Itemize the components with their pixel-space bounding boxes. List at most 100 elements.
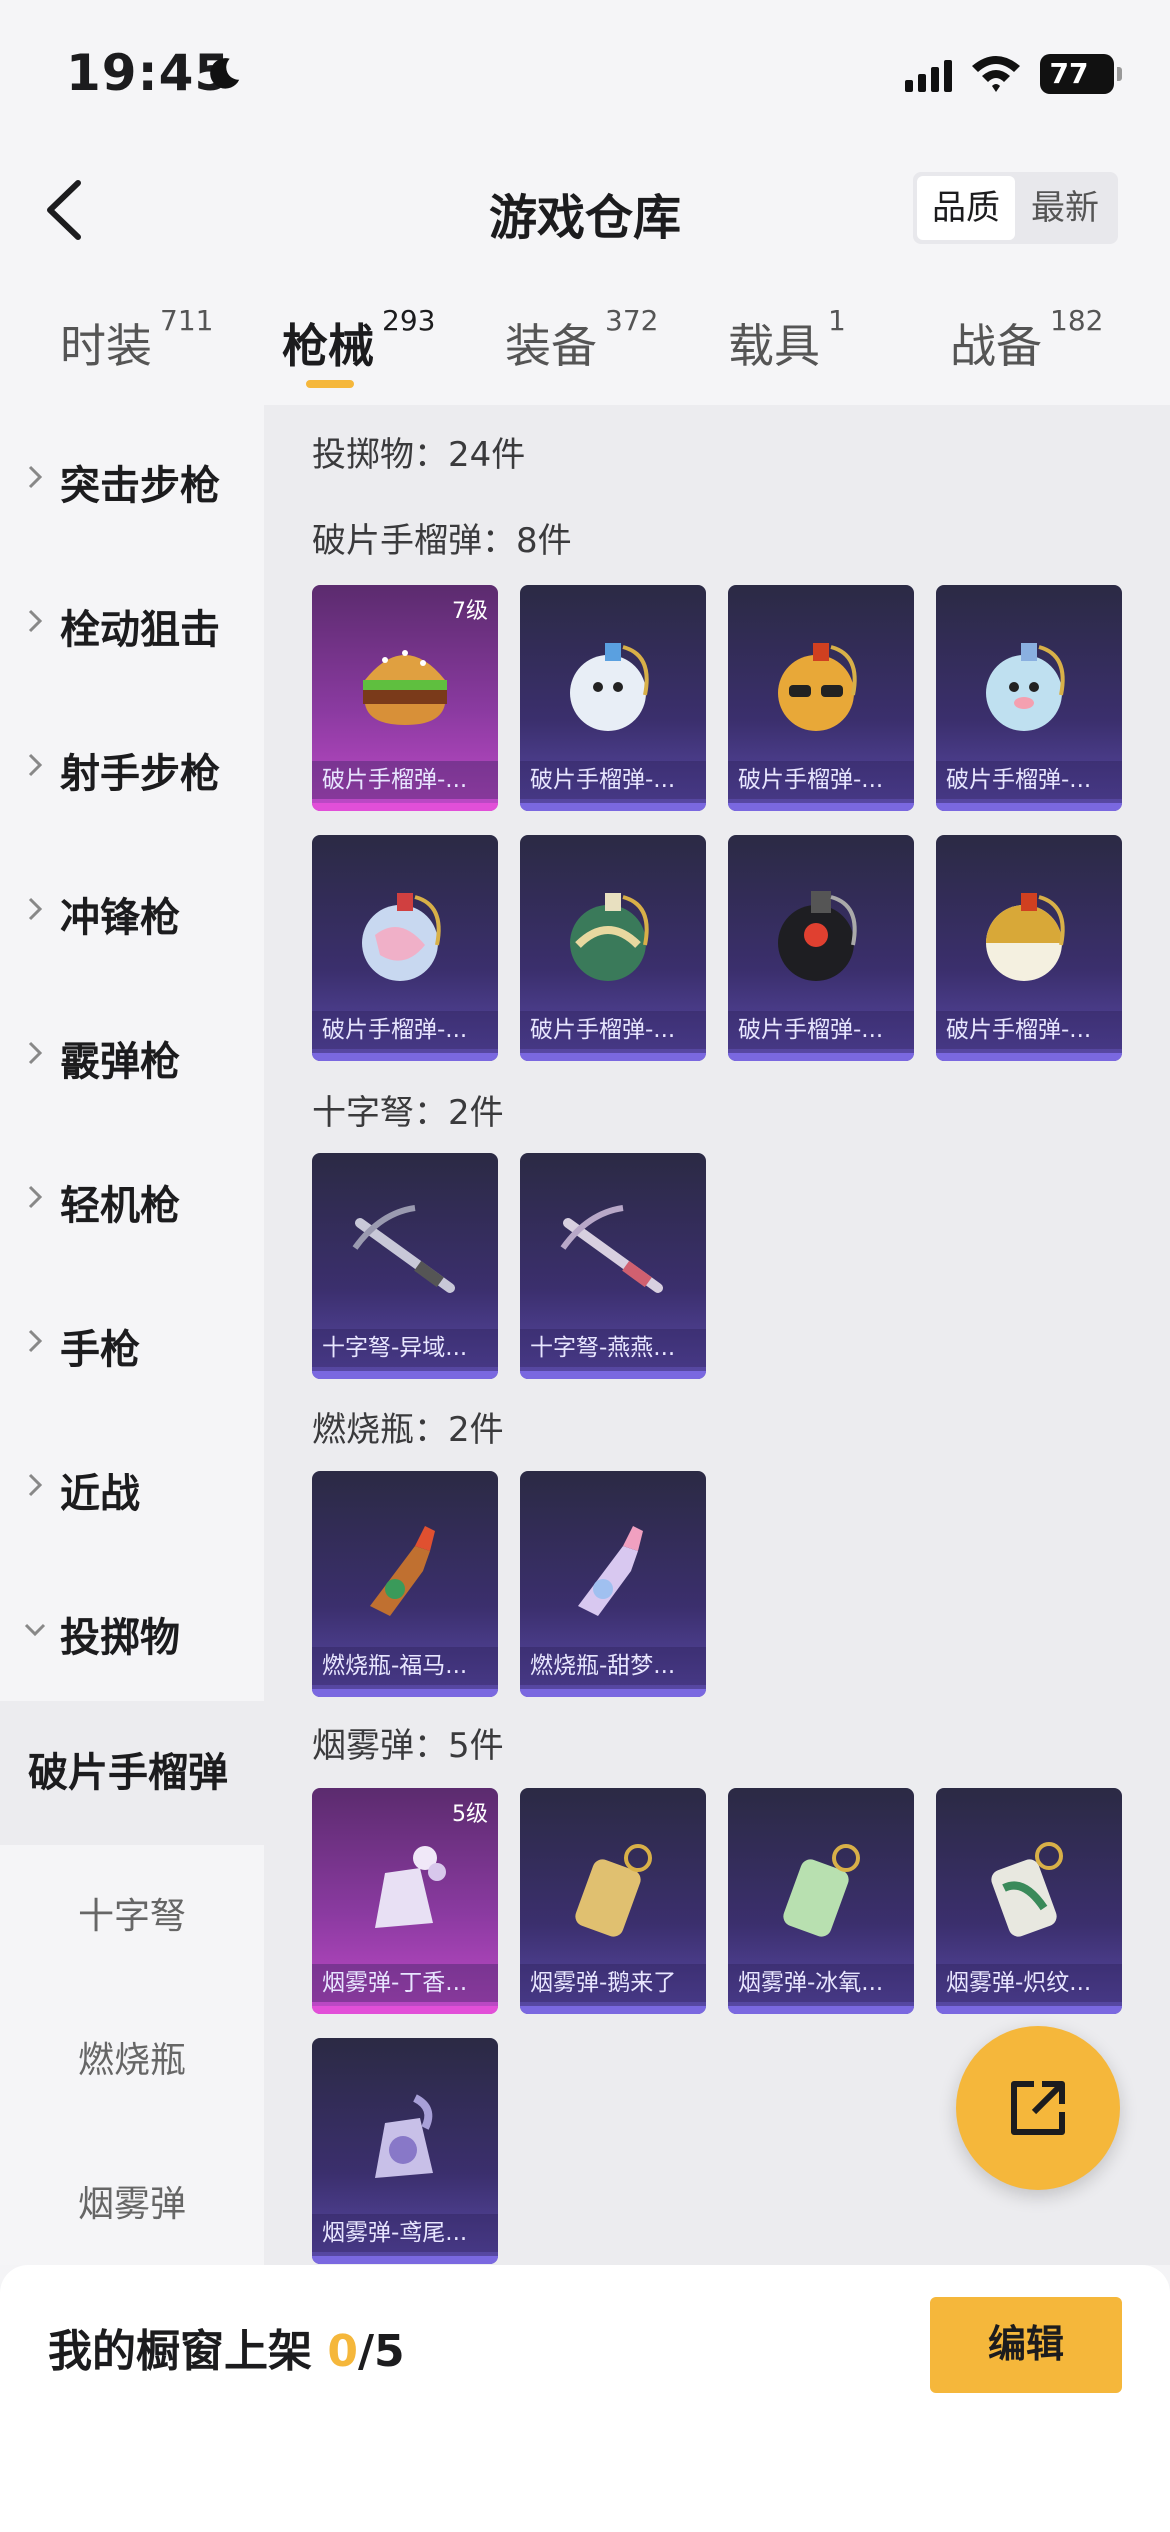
tab-label: 战备 xyxy=(950,319,1042,373)
item-card[interactable]: 破片手榴弹-... xyxy=(728,585,914,811)
chevron-right-icon xyxy=(28,465,43,489)
smoke-grenade-icon xyxy=(375,2094,433,2178)
status-bar: 19:45 77 xyxy=(0,0,1170,150)
sort-quality-button[interactable]: 品质 xyxy=(917,176,1015,240)
grenade-icon xyxy=(570,893,649,981)
molotov-icon xyxy=(370,1526,435,1616)
grenade-icon xyxy=(362,893,441,981)
item-name: 烟雾弹-鸢尾... xyxy=(312,2214,498,2252)
battery-icon: 77 xyxy=(1040,54,1122,94)
tab-tactical[interactable]: 战备 182 xyxy=(950,304,1103,376)
sidebar-item-pistol[interactable]: 手枪 xyxy=(0,1269,264,1413)
item-name: 破片手榴弹-... xyxy=(936,761,1122,799)
sidebar-item-assault-rifle[interactable]: 突击步枪 xyxy=(0,405,264,549)
section-title-molotov: 燃烧瓶：2件 xyxy=(312,1410,504,1450)
moon-icon xyxy=(210,58,240,89)
sidebar-item-bolt-sniper[interactable]: 栓动狙击 xyxy=(0,549,264,693)
item-name: 烟雾弹-冰氧... xyxy=(728,1964,914,2002)
item-name: 破片手榴弹-... xyxy=(728,1011,914,1049)
showcase-label: 我的橱窗上架 xyxy=(48,2326,312,2377)
sidebar-sub-frag-grenade[interactable]: 破片手榴弹 xyxy=(0,1701,264,1845)
signal-icon xyxy=(905,60,952,92)
item-name: 燃烧瓶-福马... xyxy=(312,1647,498,1685)
tab-label: 枪械 xyxy=(282,319,374,373)
sidebar-item-label: 突击步枪 xyxy=(60,463,220,509)
item-card[interactable]: 破片手榴弹-... xyxy=(520,835,706,1061)
item-name: 破片手榴弹-... xyxy=(312,1011,498,1049)
item-name: 破片手榴弹-... xyxy=(936,1011,1122,1049)
tab-label: 时装 xyxy=(60,319,152,373)
grenade-icon xyxy=(778,891,857,981)
item-name: 破片手榴弹-... xyxy=(728,761,914,799)
header: 游戏仓库 品质 最新 xyxy=(0,150,1170,270)
item-name: 破片手榴弹-... xyxy=(520,761,706,799)
sidebar-item-melee[interactable]: 近战 xyxy=(0,1413,264,1557)
item-card[interactable]: 烟雾弹-冰氧... xyxy=(728,1788,914,2014)
item-name: 燃烧瓶-甜梦... xyxy=(520,1647,706,1685)
item-card[interactable]: 十字弩-异域... xyxy=(312,1153,498,1379)
smoke-grenade-icon xyxy=(375,1846,446,1928)
sidebar-item-label: 冲锋枪 xyxy=(60,895,180,941)
sidebar-item-lmg[interactable]: 轻机枪 xyxy=(0,1125,264,1269)
grenade-icon xyxy=(570,643,649,731)
bottom-bar: 我的橱窗上架 0/5 编辑 xyxy=(0,2265,1170,2532)
item-card[interactable]: 十字弩-燕燕... xyxy=(520,1153,706,1379)
active-tab-indicator xyxy=(306,380,354,388)
item-card[interactable]: 破片手榴弹-... xyxy=(520,585,706,811)
tab-fashion[interactable]: 时装 711 xyxy=(60,304,213,376)
smoke-grenade-icon xyxy=(575,1844,652,1937)
sidebar-item-label: 射手步枪 xyxy=(60,751,220,797)
item-card[interactable]: 破片手榴弹-... xyxy=(936,835,1122,1061)
chevron-right-icon xyxy=(28,1473,43,1497)
grenade-icon xyxy=(986,893,1065,981)
tab-guns[interactable]: 枪械 293 xyxy=(282,304,435,376)
sort-segment: 品质 最新 xyxy=(913,172,1118,244)
molotov-icon xyxy=(578,1526,643,1616)
chevron-right-icon xyxy=(28,1041,43,1065)
grenade-icon xyxy=(778,643,857,731)
inventory-grid: 投掷物：24件 破片手榴弹：8件 7级 破片手榴弹-... 破片手榴弹-... … xyxy=(264,405,1170,2265)
sidebar-item-throwables[interactable]: 投掷物 xyxy=(0,1557,264,1701)
chevron-right-icon xyxy=(28,609,43,633)
showcase-current: 0 xyxy=(327,2326,358,2377)
sidebar: 突击步枪 栓动狙击 射手步枪 冲锋枪 霰弹枪 轻机枪 手枪 近战 投掷物 破片手… xyxy=(0,405,264,2265)
item-card[interactable]: 烟雾弹-炽纹... xyxy=(936,1788,1122,2014)
category-tabs: 时装 711 枪械 293 装备 372 载具 1 战备 182 xyxy=(0,270,1170,405)
share-button[interactable] xyxy=(956,2026,1120,2190)
sidebar-sub-crossbow[interactable]: 十字弩 xyxy=(0,1845,264,1989)
tab-count: 293 xyxy=(382,304,436,337)
tab-count: 372 xyxy=(605,304,659,337)
sidebar-sub-smoke[interactable]: 烟雾弹 xyxy=(0,2133,264,2277)
item-name: 十字弩-异域... xyxy=(312,1329,498,1367)
tab-label: 载具 xyxy=(728,319,820,373)
edit-button[interactable]: 编辑 xyxy=(930,2297,1122,2393)
tab-equipment[interactable]: 装备 372 xyxy=(505,304,658,376)
grenade-icon xyxy=(986,643,1065,731)
item-card[interactable]: 破片手榴弹-... xyxy=(312,835,498,1061)
sidebar-item-shotgun[interactable]: 霰弹枪 xyxy=(0,981,264,1125)
item-card[interactable]: 烟雾弹-鹅来了 xyxy=(520,1788,706,2014)
sidebar-sub-molotov[interactable]: 燃烧瓶 xyxy=(0,1989,264,2133)
item-card[interactable]: 燃烧瓶-甜梦... xyxy=(520,1471,706,1697)
item-card[interactable]: 破片手榴弹-... xyxy=(936,585,1122,811)
showcase-counter: 我的橱窗上架 0/5 xyxy=(48,2315,405,2379)
chevron-right-icon xyxy=(28,1185,43,1209)
item-card[interactable]: 烟雾弹-鸢尾... xyxy=(312,2038,498,2264)
crossbow-icon xyxy=(560,1205,663,1293)
sidebar-item-label: 栓动狙击 xyxy=(60,607,220,653)
item-card[interactable]: 5级 烟雾弹-丁香... xyxy=(312,1788,498,2014)
sidebar-item-smg[interactable]: 冲锋枪 xyxy=(0,837,264,981)
wifi-icon xyxy=(972,56,1020,92)
tab-vehicles[interactable]: 载具 1 xyxy=(728,304,846,376)
smoke-grenade-icon xyxy=(991,1842,1063,1937)
sort-newest-button[interactable]: 最新 xyxy=(1016,176,1114,240)
sidebar-item-label: 近战 xyxy=(60,1471,140,1517)
item-card[interactable]: 7级 破片手榴弹-... xyxy=(312,585,498,811)
tab-count: 711 xyxy=(160,304,214,337)
crossbow-icon xyxy=(352,1205,455,1293)
sidebar-item-marksman-rifle[interactable]: 射手步枪 xyxy=(0,693,264,837)
chevron-down-icon xyxy=(24,1623,46,1637)
item-level: 5级 xyxy=(452,1802,488,1827)
item-card[interactable]: 破片手榴弹-... xyxy=(728,835,914,1061)
item-card[interactable]: 燃烧瓶-福马... xyxy=(312,1471,498,1697)
